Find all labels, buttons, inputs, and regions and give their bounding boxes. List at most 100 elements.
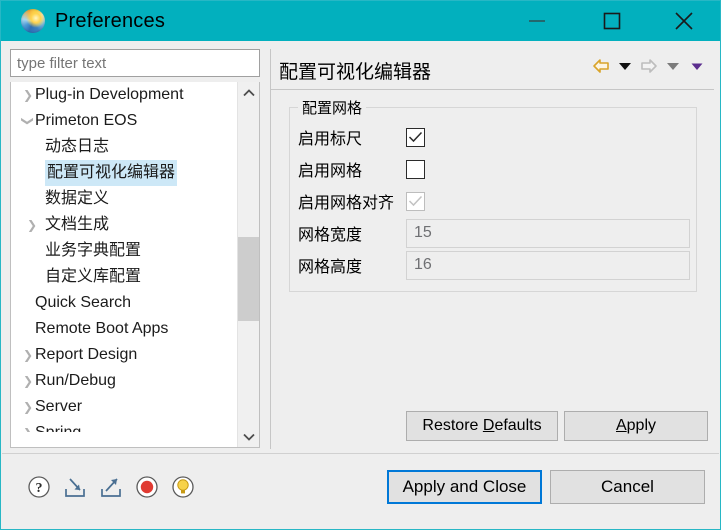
twisty-collapsed-icon[interactable]: ❯ (21, 82, 35, 108)
snap-to-grid-checkbox (406, 192, 425, 211)
import-button[interactable] (62, 474, 88, 500)
back-button[interactable] (590, 55, 612, 77)
enable-grid-label: 启用网格 (298, 157, 406, 181)
twisty-collapsed-icon[interactable]: ❯ (21, 394, 35, 420)
snap-to-grid-label: 启用网格对齐 (298, 189, 406, 213)
export-button[interactable] (98, 474, 124, 500)
grid-height-label: 网格高度 (298, 253, 406, 277)
page-title: 配置可视化编辑器 (279, 57, 431, 84)
setting-row-enable-grid: 启用网格 (298, 154, 690, 184)
setting-row-grid-width: 网格宽度 (298, 218, 690, 248)
tree-item-label: 自定义库配置 (45, 264, 141, 290)
record-button[interactable] (134, 474, 160, 500)
tip-button[interactable] (170, 474, 196, 500)
tree-item-label: 配置可视化编辑器 (45, 160, 177, 186)
help-button[interactable]: ? (26, 474, 52, 500)
tree-item-label: 数据定义 (45, 186, 109, 212)
forward-button[interactable] (638, 55, 660, 77)
footer-icon-bar: ? (26, 474, 196, 500)
tree-item-label: Server (35, 394, 82, 420)
back-arrow-icon (592, 58, 610, 74)
minimize-icon (528, 15, 546, 27)
dialog-buttons: Apply and Close Cancel (387, 470, 705, 504)
twisty-collapsed-icon[interactable]: ❯ (21, 420, 35, 432)
tree-item-label: Quick Search (35, 290, 131, 316)
tree-item-primeton-eos[interactable]: ❯Primeton EOS (11, 108, 239, 134)
enable-ruler-checkbox[interactable] (406, 128, 425, 147)
preference-tree[interactable]: ❯Plug-in Development ❯Primeton EOS 动态日志 … (10, 82, 260, 448)
twisty-collapsed-icon[interactable]: ❯ (25, 212, 39, 238)
page-menu-dropdown-icon (691, 62, 703, 71)
scrollbar-thumb[interactable] (238, 237, 259, 321)
back-history-dropdown[interactable] (614, 55, 636, 77)
minimize-button[interactable] (514, 1, 560, 41)
close-button[interactable] (661, 1, 707, 41)
grid-width-input[interactable] (406, 219, 690, 248)
record-icon (135, 475, 159, 499)
chevron-down-icon (243, 433, 255, 441)
tree-item-label: Spring (35, 420, 81, 432)
tree-item-server[interactable]: ❯Server (11, 394, 239, 420)
twisty-collapsed-icon[interactable]: ❯ (21, 368, 35, 394)
tree-item-business-dictionary-config[interactable]: 业务字典配置 (11, 238, 239, 264)
twisty-collapsed-icon[interactable]: ❯ (21, 342, 35, 368)
svg-text:?: ? (36, 481, 43, 496)
tree-item-remote-boot-apps[interactable]: Remote Boot Apps (11, 316, 239, 342)
tree-item-visual-editor-config[interactable]: 配置可视化编辑器 (11, 160, 239, 186)
tree-item-quick-search[interactable]: Quick Search (11, 290, 239, 316)
setting-row-snap-to-grid: 启用网格对齐 (298, 186, 690, 216)
tree-item-label: Plug-in Development (35, 82, 184, 108)
filter-input[interactable] (10, 49, 260, 77)
tree-item-label: Report Design (35, 342, 137, 368)
tree-item-run-debug[interactable]: ❯Run/Debug (11, 368, 239, 394)
apply-button[interactable]: Apply (564, 411, 708, 441)
enable-grid-checkbox[interactable] (406, 160, 425, 179)
checkmark-icon (408, 195, 423, 207)
maximize-button[interactable] (589, 1, 635, 41)
forward-arrow-icon (640, 58, 658, 74)
twisty-expanded-icon[interactable]: ❯ (15, 114, 41, 128)
scroll-up-button[interactable] (238, 82, 259, 103)
eclipse-logo-icon (21, 9, 45, 33)
apply-label: Apply (616, 417, 656, 434)
chevron-up-icon (243, 89, 255, 97)
enable-ruler-label: 启用标尺 (298, 125, 406, 149)
scroll-down-button[interactable] (238, 426, 259, 447)
dialog-footer: ? (2, 454, 719, 529)
close-icon (673, 10, 695, 32)
apply-and-close-button[interactable]: Apply and Close (387, 470, 542, 504)
window-title: Preferences (55, 10, 165, 33)
grid-width-label: 网格宽度 (298, 221, 406, 245)
tree-scrollbar[interactable] (237, 82, 259, 447)
tree-item-plug-in-development[interactable]: ❯Plug-in Development (11, 82, 239, 108)
tree-item-doc-generation[interactable]: ❯文档生成 (11, 212, 239, 238)
page-nav-toolbar (590, 55, 708, 77)
cancel-button[interactable]: Cancel (550, 470, 705, 504)
forward-dropdown-icon (666, 61, 680, 71)
tree-item-spring[interactable]: ❯Spring (11, 420, 239, 432)
tree-items: ❯Plug-in Development ❯Primeton EOS 动态日志 … (11, 82, 239, 447)
tree-item-data-definition[interactable]: 数据定义 (11, 186, 239, 212)
page-header: 配置可视化编辑器 (271, 49, 714, 90)
tree-item-custom-library-config[interactable]: 自定义库配置 (11, 264, 239, 290)
group-legend: 配置网格 (298, 97, 366, 118)
page-menu-button[interactable] (686, 55, 708, 77)
page-action-buttons: Restore Defaults Apply (406, 411, 708, 441)
setting-row-enable-ruler: 启用标尺 (298, 122, 690, 152)
back-dropdown-icon (618, 61, 632, 71)
import-icon (63, 475, 87, 499)
preference-tree-pane: ❯Plug-in Development ❯Primeton EOS 动态日志 … (10, 49, 260, 449)
restore-defaults-button[interactable]: Restore Defaults (406, 411, 558, 441)
grid-settings-group: 配置网格 启用标尺 启用网格 启用网格对齐 (289, 107, 697, 292)
tree-item-label: Remote Boot Apps (35, 316, 168, 342)
tree-item-label: 文档生成 (45, 212, 109, 238)
tree-item-label: Run/Debug (35, 368, 116, 394)
tip-bulb-icon (171, 475, 195, 499)
restore-defaults-label: Restore Defaults (422, 417, 541, 434)
tree-item-report-design[interactable]: ❯Report Design (11, 342, 239, 368)
forward-history-dropdown[interactable] (662, 55, 684, 77)
tree-item-dynamic-log[interactable]: 动态日志 (11, 134, 239, 160)
preferences-dialog: Preferences ❯Plug-in Development ❯Primet… (0, 0, 721, 530)
maximize-icon (602, 11, 622, 31)
grid-height-input[interactable] (406, 251, 690, 280)
